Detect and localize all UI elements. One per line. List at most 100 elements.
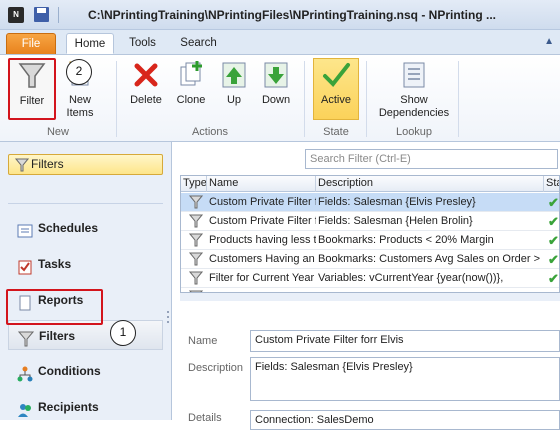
group-actions-label: Actions <box>191 126 229 138</box>
down-label: Down <box>261 94 291 106</box>
table-row[interactable]: Customers Having an Bookmarks: Customers … <box>181 250 559 269</box>
down-arrow-icon <box>260 59 292 91</box>
clone-icon <box>175 59 207 91</box>
row-description: Bookmarks: Customers Avg Sales on Order … <box>318 253 541 265</box>
conditions-icon <box>17 363 33 382</box>
up-arrow-icon <box>218 59 250 91</box>
group-lookup-label: Lookup <box>395 126 433 138</box>
filter-icon <box>187 193 205 212</box>
clone-button[interactable]: Clone <box>171 59 211 107</box>
filter-icon <box>187 250 205 269</box>
nav-label: Schedules <box>38 221 99 235</box>
group-separator <box>366 61 367 137</box>
filters-header-bar[interactable]: Filters <box>8 154 163 175</box>
nav-item-recipients[interactable]: Recipients <box>8 392 163 422</box>
nav-item-conditions[interactable]: Conditions <box>8 356 163 386</box>
filter-icon <box>187 212 205 231</box>
tab-file[interactable]: File <box>6 33 56 54</box>
active-label: Active <box>321 94 351 106</box>
app-icon[interactable]: N <box>8 7 24 23</box>
details-label: Details <box>188 412 222 424</box>
group-state-label: State <box>323 126 349 138</box>
tab-search[interactable]: Search <box>171 33 226 54</box>
nav-label: Tasks <box>38 257 72 271</box>
table-row[interactable]: Products having less t Bookmarks: Product… <box>181 231 559 250</box>
window-title: C:\NPrintingTraining\NPrintingFiles\NPri… <box>88 8 496 22</box>
group-separator <box>116 61 117 137</box>
filters-highlight-box <box>6 289 103 325</box>
save-icon[interactable] <box>34 7 49 22</box>
schedule-icon <box>17 220 33 238</box>
filter-icon <box>14 158 30 178</box>
filter-icon <box>187 231 205 250</box>
delete-button[interactable]: Delete <box>126 59 166 107</box>
table-row[interactable]: Custom Private Filter f Fields: Salesman … <box>181 212 559 231</box>
show-dependencies-label: Show Dependencies <box>378 94 450 119</box>
toolbar-separator <box>58 7 59 23</box>
row-name: Products having less t <box>209 234 316 246</box>
row-description: Fields: Salesman {Elvis Presley} <box>318 196 476 208</box>
ribbon-collapse-icon[interactable]: ▲ <box>544 36 554 47</box>
row-name: Custom Private Filter f <box>209 196 316 208</box>
up-label: Up <box>226 94 242 106</box>
group-new-label: New <box>46 126 69 138</box>
search-filter-input[interactable]: Search Filter (Ctrl-E) <box>305 149 558 169</box>
active-check-icon: ✔ <box>548 252 559 267</box>
up-button[interactable]: Up <box>214 59 254 107</box>
clone-label: Clone <box>176 94 206 106</box>
delete-icon <box>130 59 162 91</box>
active-check-icon: ✔ <box>548 214 559 229</box>
column-header-state[interactable]: Sta <box>544 176 559 192</box>
task-icon <box>17 256 33 275</box>
filter-icon <box>17 328 35 347</box>
title-bar: N C:\NPrintingTraining\NPrintingFiles\NP… <box>0 0 560 30</box>
column-header-name[interactable]: Name <box>207 176 316 192</box>
description-label: Description <box>188 362 244 374</box>
nav-label: Filters <box>39 329 76 343</box>
nav-separator <box>8 203 163 204</box>
down-button[interactable]: Down <box>256 59 296 107</box>
filters-grid: Type Name Description Sta Custom Private… <box>180 175 560 293</box>
description-field[interactable]: Fields: Salesman {Elvis Presley} <box>250 357 560 401</box>
callout-badge-2: 2 <box>66 59 92 85</box>
splitter-handle[interactable] <box>166 310 170 326</box>
table-row[interactable]: Custom Private Filter f Fields: Salesman … <box>181 193 559 212</box>
nav-item-schedules[interactable]: Schedules <box>8 213 163 243</box>
new-items-label: New Items <box>66 94 94 119</box>
dependencies-icon <box>398 59 430 91</box>
row-name: Filter for Current Year <box>209 272 315 284</box>
filter-icon <box>187 269 205 288</box>
filter-label: Filter <box>19 95 45 107</box>
show-dependencies-button[interactable]: Show Dependencies <box>376 59 452 120</box>
grid-splitter[interactable] <box>180 293 560 301</box>
recipients-icon <box>17 399 33 417</box>
nav-label: Recipients <box>38 400 99 414</box>
callout-badge-1: 1 <box>110 320 136 346</box>
row-description: Fields: Salesman {Helen Brolin} <box>318 215 473 227</box>
details-field[interactable]: Connection: SalesDemo <box>250 410 560 430</box>
filters-header-label: Filters <box>31 157 64 171</box>
tab-home[interactable]: Home <box>66 33 114 54</box>
table-row[interactable]: Filter for Current YearVariables: vCurre… <box>181 269 559 288</box>
checkmark-icon <box>320 59 352 91</box>
name-field[interactable]: Custom Private Filter forr Elvis <box>250 330 560 352</box>
nav-item-tasks[interactable]: Tasks <box>8 249 163 279</box>
filter-icon <box>16 60 48 92</box>
group-separator <box>458 61 459 137</box>
tab-tools[interactable]: Tools <box>120 33 165 54</box>
active-button[interactable]: Active <box>313 58 359 120</box>
active-check-icon: ✔ <box>548 271 559 286</box>
active-check-icon: ✔ <box>548 233 559 248</box>
filter-button[interactable]: Filter <box>8 58 56 120</box>
nav-label: Conditions <box>38 364 101 378</box>
active-check-icon: ✔ <box>548 195 559 210</box>
column-header-description[interactable]: Description <box>316 176 544 192</box>
row-name: Custom Private Filter f <box>209 215 316 227</box>
row-name: Customers Having an <box>209 253 315 265</box>
name-label: Name <box>188 335 218 347</box>
column-header-type[interactable]: Type <box>181 176 207 192</box>
group-separator <box>304 61 305 137</box>
row-description: Variables: vCurrentYear {year(now())}, <box>318 272 504 284</box>
ribbon-tab-bar: File Home Tools Search ▲ <box>0 30 560 54</box>
delete-label: Delete <box>130 94 162 106</box>
